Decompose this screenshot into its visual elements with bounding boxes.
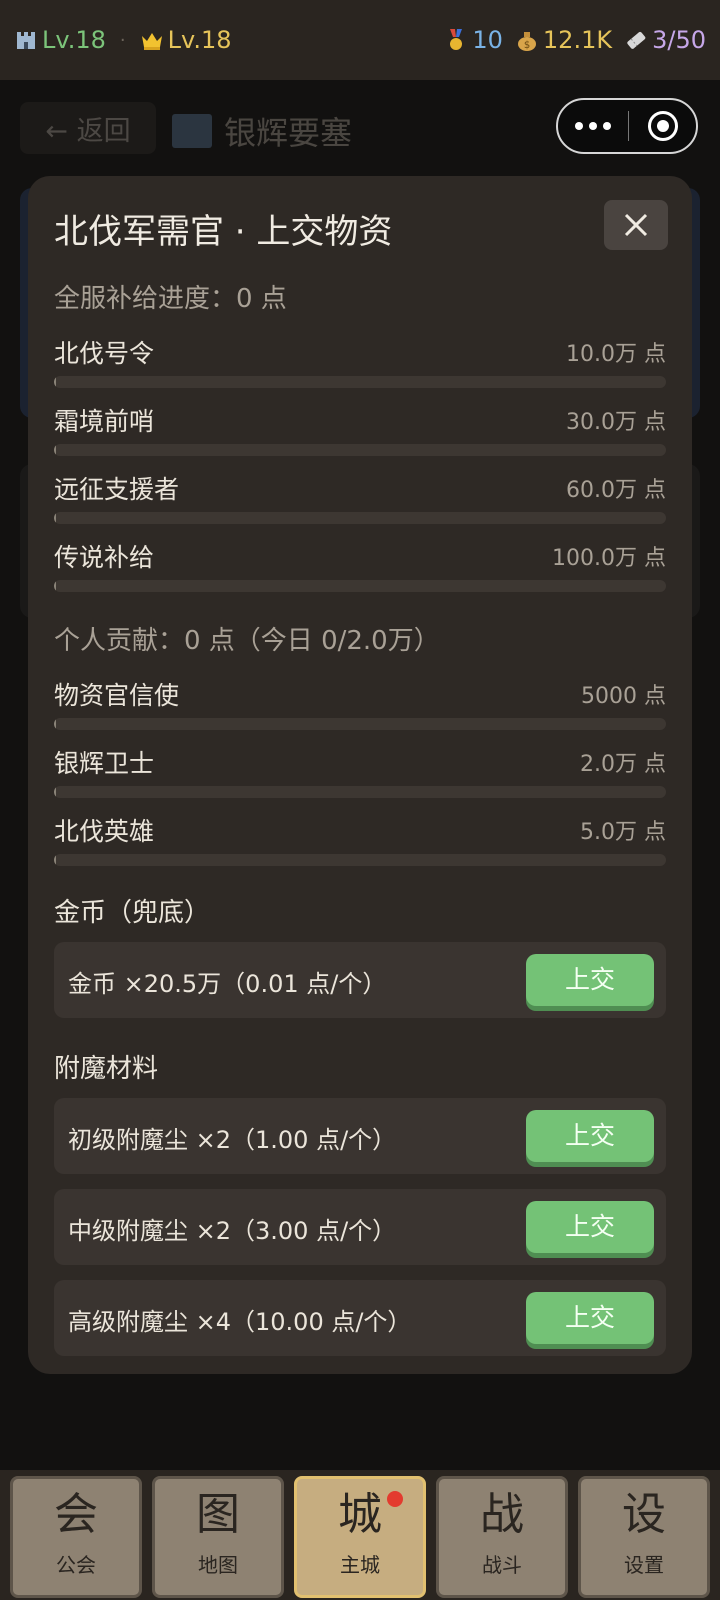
nav-main-city[interactable]: 城 主城 (294, 1476, 426, 1598)
milestone-value: 10.0万 点 (566, 342, 666, 367)
enchant-submit-row: 中级附魔尘 ×2（3.00 点/个） 上交 (54, 1189, 666, 1265)
nav-guild[interactable]: 会 公会 (10, 1476, 142, 1598)
crown-icon (140, 28, 164, 52)
submit-item-button[interactable]: 上交 (526, 1110, 654, 1162)
gold-submit-row: 金币 ×20.5万（0.01 点/个） 上交 (54, 942, 666, 1018)
milestone-progress-bar (54, 786, 666, 798)
milestone-name: 霜境前哨 (54, 407, 155, 436)
milestone-value: 2.0万 点 (580, 752, 666, 777)
medal-count: 10 (472, 26, 503, 54)
nav-settings[interactable]: 设 设置 (578, 1476, 710, 1598)
nav-battle[interactable]: 战 战斗 (436, 1476, 568, 1598)
notification-dot (387, 1491, 403, 1507)
bottom-navigation: 会 公会 图 地图 城 主城 战 战斗 设 设置 (0, 1470, 720, 1600)
page-title-text: 银辉要塞 (224, 114, 353, 152)
nav-glyph: 设 (622, 1489, 666, 1540)
close-miniprogram-icon[interactable] (629, 111, 696, 141)
server-milestone: 霜境前哨 30.0万 点 (54, 402, 666, 456)
castle-level-text: Lv.18 (42, 26, 106, 54)
personal-milestone: 物资官信使 5000 点 (54, 676, 666, 730)
milestone-value: 100.0万 点 (552, 546, 666, 571)
nav-glyph: 图 (196, 1489, 240, 1540)
server-milestone: 传说补给 100.0万 点 (54, 538, 666, 592)
fortress-icon (172, 114, 212, 148)
more-menu-icon[interactable] (558, 122, 628, 130)
close-button[interactable] (604, 200, 668, 250)
item-label: 中级附魔尘 ×2（3.00 点/个） (68, 1217, 397, 1245)
nav-map[interactable]: 图 地图 (152, 1476, 284, 1598)
medal-icon (444, 28, 468, 52)
milestone-value: 30.0万 点 (566, 410, 666, 435)
server-progress-header: 全服补给进度：0 点 (54, 284, 287, 314)
item-label: 金币 ×20.5万（0.01 点/个） (68, 970, 387, 998)
nav-label: 设置 (624, 1553, 664, 1577)
separator-dot: · (119, 29, 126, 51)
top-status-bar: Lv.18 · Lv.18 10 $ 12.1K 3/50 (0, 0, 720, 80)
milestone-value: 60.0万 点 (566, 478, 666, 503)
milestone-progress-bar (54, 512, 666, 524)
money-bag-icon: $ (515, 28, 539, 52)
ticket-icon (624, 28, 648, 52)
server-milestone: 北伐号令 10.0万 点 (54, 334, 666, 388)
nav-label: 战斗 (482, 1553, 522, 1577)
ticket-count: 3/50 (652, 26, 706, 54)
milestone-name: 北伐号令 (54, 339, 155, 368)
milestone-progress-bar (54, 580, 666, 592)
money-counter: $ 12.1K (515, 26, 612, 54)
milestone-value: 5.0万 点 (580, 820, 666, 845)
nav-label: 地图 (198, 1553, 238, 1577)
enchant-submit-row: 高级附魔尘 ×4（10.00 点/个） 上交 (54, 1280, 666, 1356)
milestone-progress-bar (54, 718, 666, 730)
nav-glyph: 城 (338, 1489, 382, 1540)
server-milestone: 远征支援者 60.0万 点 (54, 470, 666, 524)
submit-supplies-modal: 北伐军需官 · 上交物资 全服补给进度：0 点 北伐号令 10.0万 点 霜境前… (28, 176, 692, 1374)
item-label: 高级附魔尘 ×4（10.00 点/个） (68, 1308, 412, 1336)
close-icon (624, 213, 648, 237)
enchant-submit-row: 初级附魔尘 ×2（1.00 点/个） 上交 (54, 1098, 666, 1174)
milestone-progress-bar (54, 444, 666, 456)
gold-section-header: 金币（兜底） (54, 898, 211, 928)
milestone-progress-bar (54, 854, 666, 866)
submit-gold-button[interactable]: 上交 (526, 954, 654, 1006)
milestone-name: 物资官信使 (54, 681, 180, 710)
submit-item-button[interactable]: 上交 (526, 1201, 654, 1253)
crown-level: Lv.18 (140, 26, 232, 54)
crown-level-text: Lv.18 (167, 26, 232, 54)
milestone-progress-bar (54, 376, 666, 388)
milestone-value: 5000 点 (581, 684, 666, 709)
milestone-name: 传说补给 (54, 543, 155, 572)
nav-glyph: 战 (480, 1489, 524, 1540)
milestone-name: 远征支援者 (54, 475, 180, 504)
personal-milestone: 银辉卫士 2.0万 点 (54, 744, 666, 798)
personal-milestone: 北伐英雄 5.0万 点 (54, 812, 666, 866)
back-button[interactable]: ← 返回 (20, 102, 156, 154)
miniprogram-capsule (556, 98, 698, 154)
money-amount: 12.1K (542, 26, 613, 54)
medal-counter: 10 (444, 26, 503, 54)
page-title: 银辉要塞 (172, 108, 352, 154)
milestone-name: 北伐英雄 (54, 817, 155, 846)
nav-label: 公会 (56, 1553, 96, 1577)
nav-glyph: 会 (54, 1489, 98, 1540)
milestone-name: 银辉卫士 (54, 749, 155, 778)
enchant-section-header: 附魔材料 (54, 1054, 159, 1084)
item-label: 初级附魔尘 ×2（1.00 点/个） (68, 1126, 397, 1154)
modal-title: 北伐军需官 · 上交物资 (54, 212, 393, 252)
castle-icon (14, 28, 38, 52)
nav-label: 主城 (340, 1553, 380, 1577)
castle-level: Lv.18 (14, 26, 106, 54)
personal-contribution-header: 个人贡献：0 点（今日 0/2.0万） (54, 626, 440, 656)
svg-text:$: $ (524, 40, 530, 51)
ticket-counter: 3/50 (624, 26, 706, 54)
submit-item-button[interactable]: 上交 (526, 1292, 654, 1344)
